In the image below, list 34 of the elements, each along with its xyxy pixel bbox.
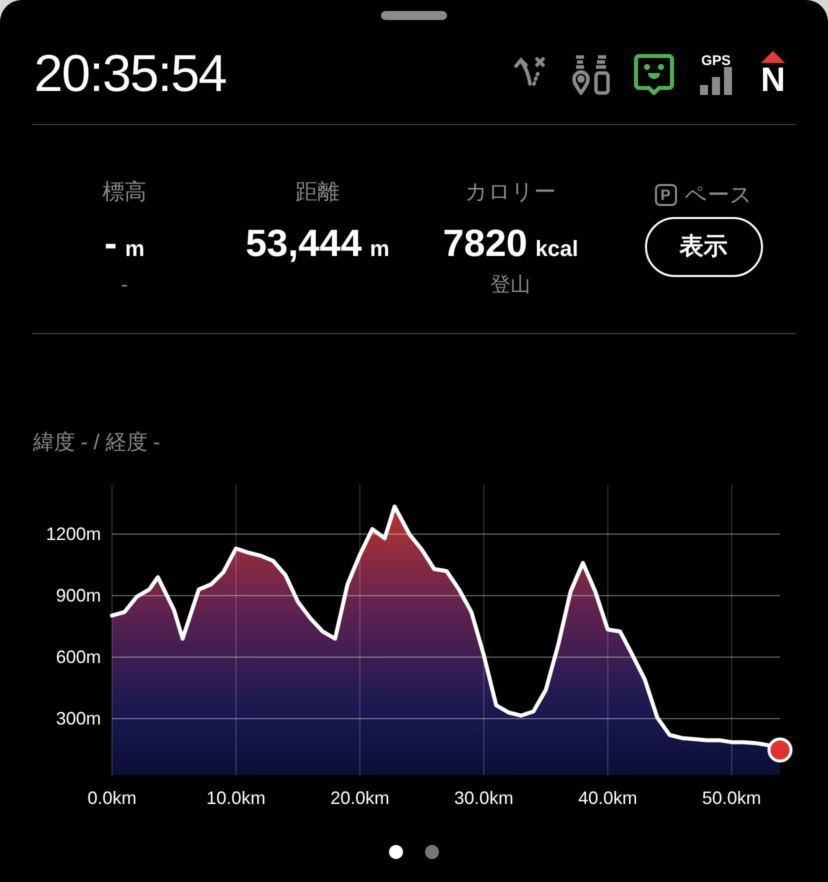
smiley-message-icon[interactable] bbox=[634, 53, 674, 95]
show-button[interactable]: 表示 bbox=[644, 217, 762, 277]
axis-label: 40.0km bbox=[578, 788, 638, 808]
stat-unit: kcal bbox=[535, 238, 578, 260]
position-marker bbox=[768, 738, 792, 762]
axis-label: 300m bbox=[56, 708, 101, 729]
stat-value: 7820 bbox=[442, 225, 528, 263]
coordinates-text: 緯度 - / 経度 - bbox=[33, 432, 160, 453]
axis-label: 50.0km bbox=[702, 788, 762, 808]
drag-handle[interactable] bbox=[381, 11, 447, 20]
axis-label: 900m bbox=[56, 586, 101, 606]
gps-label: GPS bbox=[701, 53, 731, 67]
clock-time: 20:35:54 bbox=[34, 44, 226, 105]
stat-unit: m bbox=[125, 238, 145, 260]
stat-value: - bbox=[104, 225, 118, 263]
stat-subtext: - bbox=[121, 275, 128, 295]
axis-label: 600m bbox=[56, 647, 101, 668]
stat-label: ペース bbox=[684, 184, 752, 206]
north-arrow-icon[interactable] bbox=[761, 51, 785, 63]
parking-icon: P bbox=[654, 184, 676, 206]
stat-label: カロリー bbox=[465, 181, 556, 206]
stat-subtext: 登山 bbox=[490, 275, 530, 295]
axis-label: 0.0km bbox=[87, 788, 137, 808]
stat-value: 53,444 bbox=[246, 225, 362, 263]
compass-label: N bbox=[760, 63, 786, 97]
signal-icon[interactable] bbox=[698, 67, 734, 95]
axis-label: 20.0km bbox=[330, 788, 390, 808]
axis-label: 10.0km bbox=[206, 788, 266, 808]
axis-label: 30.0km bbox=[454, 788, 514, 808]
stat-unit: m bbox=[370, 238, 390, 260]
location-markers-icon[interactable] bbox=[572, 53, 612, 95]
axis-label: 1200m bbox=[46, 524, 101, 544]
stat-label: 距離 bbox=[296, 181, 340, 206]
stat-label: 標高 bbox=[102, 181, 146, 206]
